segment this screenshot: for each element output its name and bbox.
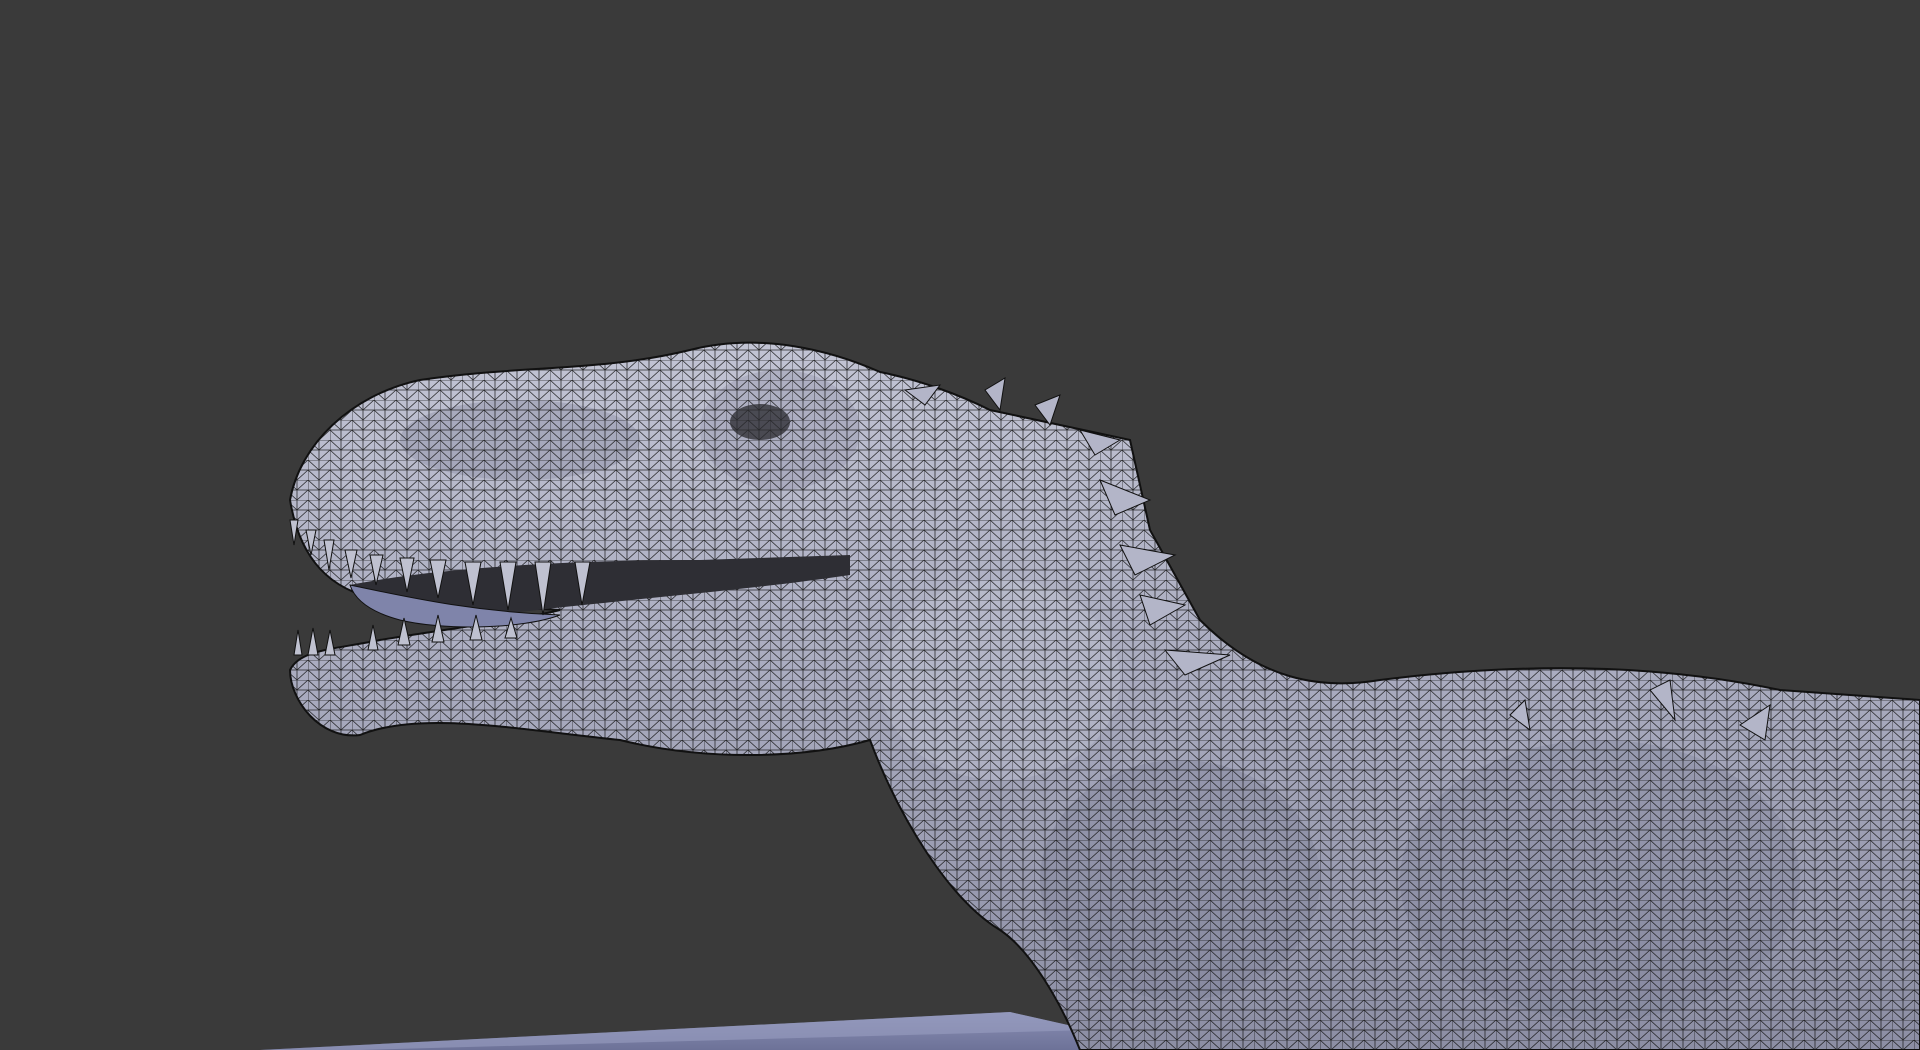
ground-plane[interactable] (260, 1012, 1090, 1050)
dinosaur-mesh[interactable] (0, 0, 1920, 1050)
viewport-canvas[interactable] (0, 0, 1920, 1050)
3d-viewport[interactable] (0, 0, 1920, 1050)
eye-socket (730, 404, 790, 440)
